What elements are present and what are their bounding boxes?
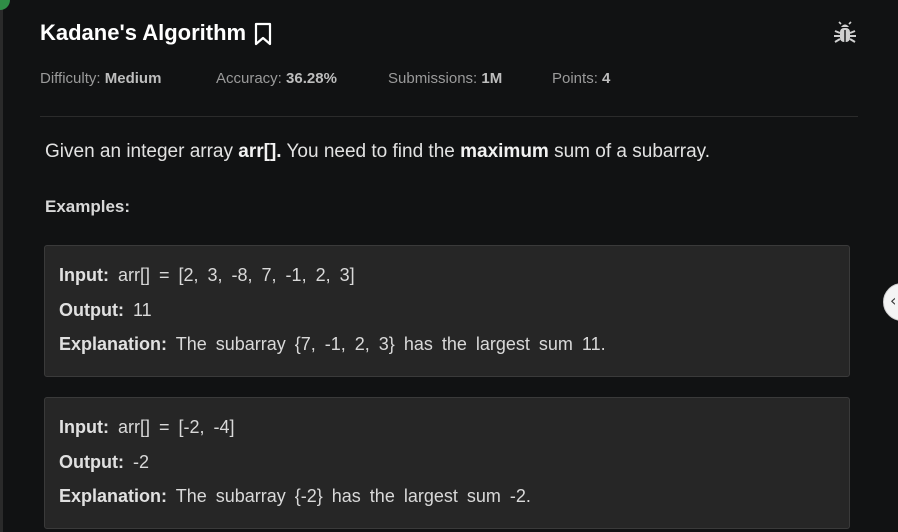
statement-code: arr[]. bbox=[238, 141, 282, 162]
points-value: 4 bbox=[602, 70, 611, 87]
input-label: Input: bbox=[59, 265, 109, 285]
difficulty-label: Difficulty: bbox=[40, 70, 101, 87]
input-value: arr[] = [2, 3, -8, 7, -1, 2, 3] bbox=[118, 265, 355, 285]
left-divider[interactable] bbox=[0, 0, 3, 532]
example-output: Output: 11 bbox=[59, 298, 152, 322]
output-label: Output: bbox=[59, 300, 124, 320]
statement-part3: sum of a subarray. bbox=[548, 141, 711, 162]
submissions-label: Submissions: bbox=[388, 70, 478, 87]
input-value: arr[] = [-2, -4] bbox=[118, 417, 235, 437]
explanation-label: Explanation: bbox=[59, 486, 168, 506]
problem-title: Kadane's Algorithm bbox=[40, 20, 247, 45]
problem-header: Kadane's Algorithm bbox=[40, 18, 858, 48]
bug-icon[interactable] bbox=[832, 21, 858, 47]
example-box-2: Input: arr[] = [-2, -4] Output: -2 Expla… bbox=[44, 397, 850, 529]
points-label: Points: bbox=[552, 70, 598, 87]
problem-page: Kadane's Algorithm Difficulty: Medium Ac… bbox=[0, 0, 898, 532]
statement-emphasis: maximum bbox=[460, 141, 549, 162]
difficulty-value: Medium bbox=[104, 70, 162, 87]
example-explanation: Explanation: The subarray {7, -1, 2, 3} … bbox=[59, 332, 606, 356]
accuracy-label: Accuracy: bbox=[216, 70, 282, 87]
explanation-value: The subarray {7, -1, 2, 3} has the large… bbox=[175, 334, 606, 354]
submissions: Submissions: 1M bbox=[388, 68, 502, 90]
statement-part2: You need to find the bbox=[281, 141, 461, 162]
chevron-left-icon: ‹ bbox=[890, 291, 897, 310]
example-explanation: Explanation: The subarray {-2} has the l… bbox=[59, 484, 531, 508]
points: Points: 4 bbox=[552, 68, 610, 90]
bookmark-icon[interactable] bbox=[253, 22, 273, 46]
example-box-1: Input: arr[] = [2, 3, -8, 7, -1, 2, 3] O… bbox=[44, 245, 850, 377]
example-output: Output: -2 bbox=[59, 450, 149, 474]
header-divider bbox=[40, 116, 858, 117]
input-label: Input: bbox=[59, 417, 109, 437]
output-value: 11 bbox=[132, 300, 152, 320]
submissions-value: 1M bbox=[481, 70, 503, 87]
difficulty: Difficulty: Medium bbox=[40, 68, 161, 90]
accuracy-value: 36.28% bbox=[286, 70, 337, 87]
output-label: Output: bbox=[59, 452, 124, 472]
example-input: Input: arr[] = [-2, -4] bbox=[59, 415, 235, 439]
problem-statement: Given an integer array arr[]. You need t… bbox=[45, 139, 710, 165]
explanation-value: The subarray {-2} has the largest sum -2… bbox=[175, 486, 531, 506]
output-value: -2 bbox=[132, 452, 149, 472]
explanation-label: Explanation: bbox=[59, 334, 168, 354]
example-input: Input: arr[] = [2, 3, -8, 7, -1, 2, 3] bbox=[59, 263, 355, 287]
statement-part1: Given an integer array bbox=[45, 141, 239, 162]
examples-heading: Examples: bbox=[45, 197, 131, 216]
accuracy: Accuracy: 36.28% bbox=[216, 68, 337, 90]
collapse-panel-button[interactable]: ‹ bbox=[883, 283, 898, 321]
status-dot bbox=[0, 0, 10, 10]
